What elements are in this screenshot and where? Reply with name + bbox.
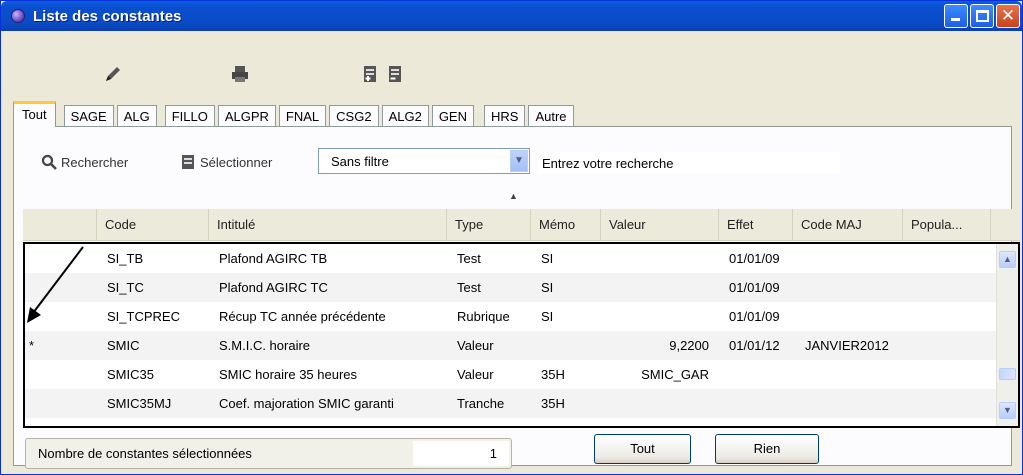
title-bar[interactable]: Liste des constantes ✕ <box>1 1 1022 31</box>
cell-effet: 01/01/09 <box>729 251 780 266</box>
tab-csg2[interactable]: CSG2 <box>329 105 379 127</box>
cell-valeur: 9,2200 <box>669 338 709 353</box>
selection-count-value: 1 <box>413 441 509 466</box>
cell-type: Rubrique <box>457 309 510 324</box>
tab-fillo[interactable]: FILLO <box>164 105 215 127</box>
select-button-label: Sélectionner <box>200 154 273 170</box>
table-row[interactable]: SMIC35MJ Coef. majoration SMIC garanti T… <box>25 389 996 418</box>
cell-type: Valeur <box>457 338 494 353</box>
cell-code-maj: JANVIER2012 <box>805 338 889 353</box>
tab-strip: Tout SAGE ALG FILLO ALGPR FNAL CSG2 ALG2… <box>13 101 577 127</box>
scroll-thumb[interactable] <box>999 368 1016 380</box>
cell-memo: SI <box>541 251 554 266</box>
printer-icon[interactable] <box>230 65 250 83</box>
cell-intitule: Récup TC année précédente <box>219 309 386 324</box>
table-row[interactable]: SI_TCPREC Récup TC année précédente Rubr… <box>25 302 996 331</box>
selection-count-panel: Nombre de constantes sélectionnées 1 <box>25 438 512 469</box>
tab-tout[interactable]: Tout <box>13 101 56 127</box>
select-none-button[interactable]: Rien <box>715 434 819 464</box>
select-all-label: Tout <box>630 441 655 456</box>
search-button[interactable]: Rechercher <box>41 154 128 170</box>
scroll-up-icon[interactable]: ▲ <box>999 251 1016 268</box>
cell-effet: 01/01/12 <box>729 338 780 353</box>
chevron-down-icon[interactable]: ▼ <box>510 150 528 172</box>
table-row[interactable]: SI_TB Plafond AGIRC TB Test SI 01/01/09 <box>25 244 996 273</box>
tab-alg2[interactable]: ALG2 <box>381 105 429 127</box>
window-title: Liste des constantes <box>33 7 182 25</box>
cell-code: SMIC35 <box>107 367 154 382</box>
close-button[interactable]: ✕ <box>996 4 1020 28</box>
app-icon <box>11 9 25 23</box>
selection-count-label: Nombre de constantes sélectionnées <box>38 446 252 461</box>
cell-code: SMIC35MJ <box>107 396 172 411</box>
cell-type: Valeur <box>457 367 494 382</box>
filter-select[interactable]: Sans filtre ▼ <box>318 148 530 174</box>
header-type[interactable]: Type <box>447 209 531 241</box>
annotation-arrow-icon <box>27 246 84 323</box>
cell-intitule: S.M.I.C. horaire <box>219 338 311 353</box>
cell-code: SI_TB <box>107 251 144 266</box>
cell-memo: 35H <box>541 367 565 382</box>
pencil-icon[interactable] <box>103 65 123 83</box>
search-bar: Rechercher Sélectionner Sans filtre ▼ <box>23 148 1003 178</box>
window: Liste des constantes ✕ Tout SAGE ALG FIL… <box>0 0 1023 475</box>
header-valeur[interactable]: Valeur <box>601 209 719 241</box>
add-document-icon[interactable] <box>361 65 381 83</box>
header-effet[interactable]: Effet <box>719 209 793 241</box>
header-code[interactable]: Code <box>97 209 209 241</box>
select-list-icon <box>182 155 194 169</box>
vertical-scrollbar[interactable]: ▲ ▼ <box>996 244 1018 426</box>
tab-hrs[interactable]: HRS <box>483 105 526 127</box>
collapse-arrow-icon[interactable]: ▲ <box>509 191 518 201</box>
table-row[interactable]: SI_TC Plafond AGIRC TC Test SI 01/01/09 <box>25 273 996 302</box>
tab-sage[interactable]: SAGE <box>63 105 114 127</box>
cell-effet: 01/01/09 <box>729 280 780 295</box>
table-row-selected[interactable]: * SMIC S.M.I.C. horaire Valeur 9,2200 01… <box>25 331 996 360</box>
cell-code: SMIC <box>107 338 140 353</box>
cell-intitule: Coef. majoration SMIC garanti <box>219 396 394 411</box>
header-code-maj[interactable]: Code MAJ <box>793 209 903 241</box>
cell-memo: 35H <box>541 396 565 411</box>
cell-effet: 01/01/09 <box>729 309 780 324</box>
header-memo[interactable]: Mémo <box>531 209 601 241</box>
tab-fnal[interactable]: FNAL <box>278 105 327 127</box>
search-input[interactable] <box>538 152 840 174</box>
cell-intitule: SMIC horaire 35 heures <box>219 367 358 382</box>
tab-autre[interactable]: Autre <box>528 105 574 127</box>
header-popula[interactable]: Popula... <box>903 209 991 241</box>
cell-type: Test <box>457 280 481 295</box>
grid-body: SI_TB Plafond AGIRC TB Test SI 01/01/09 … <box>23 242 1020 428</box>
table-row[interactable]: SMIC35 SMIC horaire 35 heures Valeur 35H… <box>25 360 996 389</box>
cell-code: SI_TC <box>107 280 144 295</box>
maximize-button[interactable] <box>970 4 994 28</box>
select-none-label: Rien <box>753 441 781 456</box>
cell-type: Tranche <box>457 396 505 411</box>
minimize-icon <box>951 18 960 21</box>
cell-intitule: Plafond AGIRC TB <box>219 251 328 266</box>
cell-memo: SI <box>541 280 554 295</box>
toolbar <box>1 31 1022 97</box>
select-button[interactable]: Sélectionner <box>180 154 272 170</box>
cell-code: SI_TCPREC <box>107 309 180 324</box>
tab-algpr[interactable]: ALGPR <box>217 105 276 127</box>
maximize-icon <box>976 10 989 22</box>
header-marker <box>23 209 97 241</box>
remove-document-icon[interactable] <box>386 65 406 83</box>
cell-memo: SI <box>541 309 554 324</box>
scroll-down-icon[interactable]: ▼ <box>999 402 1016 419</box>
filter-value: Sans filtre <box>331 154 389 169</box>
cell-valeur: SMIC_GAR <box>641 367 709 382</box>
header-intitule[interactable]: Intitulé <box>209 209 447 241</box>
search-button-label: Rechercher <box>61 154 129 170</box>
minimize-button[interactable] <box>944 4 968 28</box>
cell-type: Test <box>457 251 481 266</box>
cell-intitule: Plafond AGIRC TC <box>219 280 328 295</box>
search-icon <box>41 154 57 170</box>
grid-header: Code Intitulé Type Mémo Valeur Effet Cod… <box>23 209 1020 241</box>
tab-gen[interactable]: GEN <box>431 105 474 127</box>
select-all-button[interactable]: Tout <box>594 434 691 464</box>
tab-alg[interactable]: ALG <box>116 105 157 127</box>
close-icon: ✕ <box>1000 6 1016 26</box>
